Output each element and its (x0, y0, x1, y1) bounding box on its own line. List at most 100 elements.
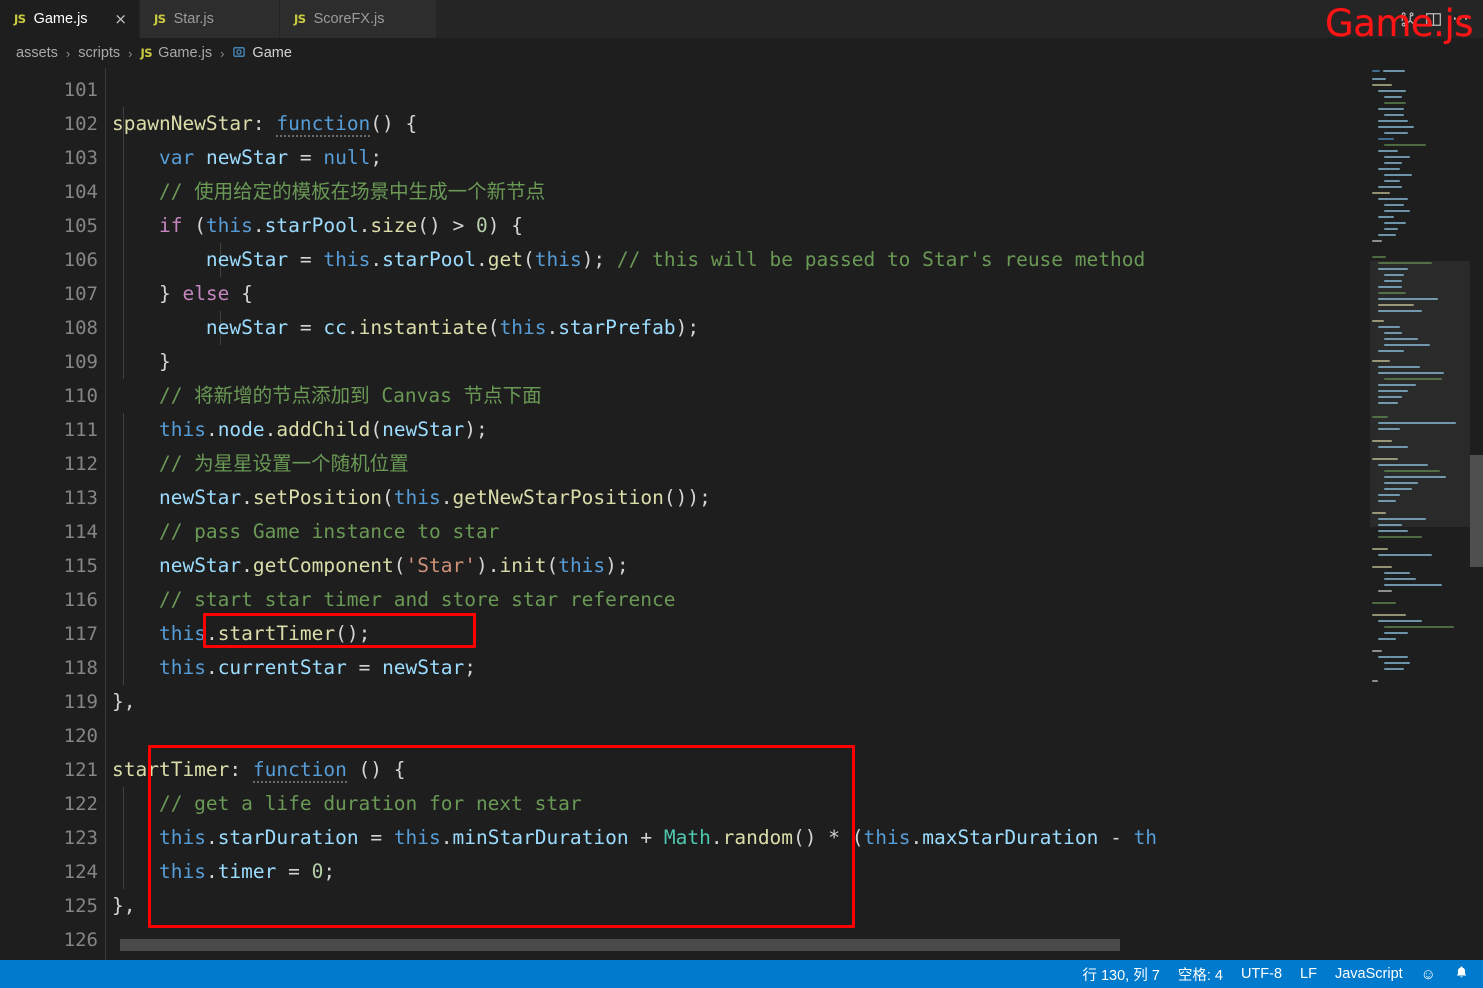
code-line[interactable]: // 为星星设置一个随机位置 (112, 447, 409, 481)
minimap-line (1378, 350, 1404, 352)
code-line[interactable]: startTimer: function () { (112, 753, 406, 787)
minimap-line (1378, 494, 1400, 496)
code-line[interactable]: }, (112, 685, 135, 719)
minimap-line (1384, 162, 1402, 164)
breadcrumb-item-assets[interactable]: assets (16, 45, 58, 61)
minimap-line (1378, 310, 1422, 312)
code-line-partial: spawnNewStar: function () { (112, 953, 476, 960)
encoding-setting[interactable]: UTF-8 (1241, 966, 1282, 982)
minimap-line (1372, 320, 1384, 322)
chevron-right-icon: › (128, 45, 133, 61)
code-line[interactable]: newStar = cc.instantiate(this.starPrefab… (112, 311, 699, 345)
line-number: 113 (63, 487, 98, 509)
code-line[interactable]: }, (112, 889, 135, 923)
minimap-line (1378, 620, 1422, 622)
line-number: 103 (63, 147, 98, 169)
indentation-setting[interactable]: 空格: 4 (1178, 964, 1223, 985)
minimap-line (1372, 602, 1396, 604)
tab-label: ScoreFX.js (313, 11, 385, 27)
minimap-line (1378, 396, 1402, 398)
breadcrumb-item-game-symbol[interactable]: Game (252, 45, 292, 61)
eol-setting[interactable]: LF (1300, 966, 1317, 982)
minimap-line (1384, 156, 1410, 158)
minimap-line (1384, 344, 1430, 346)
line-number: 106 (63, 249, 98, 271)
minimap-line (1372, 566, 1392, 568)
tab-star-js[interactable]: JS Star.js (140, 0, 280, 38)
horizontal-scrollbar-thumb[interactable] (120, 939, 1120, 951)
minimap-line (1372, 192, 1390, 194)
more-actions-icon[interactable]: ⋯ (1452, 9, 1469, 29)
code-line[interactable]: this.currentStar = newStar; (112, 651, 476, 685)
split-editor-icon[interactable] (1398, 11, 1415, 28)
tab-close-icon[interactable]: × (98, 11, 127, 27)
line-number: 122 (63, 793, 98, 815)
code-line[interactable]: // start star timer and store star refer… (112, 583, 676, 617)
code-line[interactable]: this.timer = 0; (112, 855, 335, 889)
minimap-line (1372, 360, 1390, 362)
minimap-line (1384, 180, 1400, 182)
code-line[interactable]: spawnNewStar: function() { (112, 107, 417, 141)
line-number: 115 (63, 555, 98, 577)
minimap-line (1378, 186, 1402, 188)
code-editor[interactable]: 101 102 103 104 105 106 107 108 109 110 … (0, 68, 1483, 960)
code-line[interactable]: newStar.getComponent('Star').init(this); (112, 549, 629, 583)
line-number: 118 (63, 657, 98, 679)
notifications-bell-icon[interactable] (1454, 965, 1469, 983)
code-content[interactable]: spawnNewStar: function() { var newStar =… (112, 68, 1370, 960)
minimap-line (1384, 228, 1398, 230)
code-line[interactable]: } (112, 345, 171, 379)
minimap-line (1378, 198, 1408, 200)
minimap-line (1378, 304, 1414, 306)
open-changes-icon[interactable] (1425, 11, 1442, 28)
minimap-line (1378, 656, 1408, 658)
minimap-line (1384, 222, 1406, 224)
vscode-window: JS Game.js × JS Star.js JS ScoreFX.js ⋯ … (0, 0, 1483, 988)
editor-actions: ⋯ (1392, 0, 1483, 38)
horizontal-scrollbar-track[interactable] (112, 938, 1370, 952)
code-line[interactable]: var newStar = null; (112, 141, 382, 175)
vertical-scrollbar-thumb[interactable] (1470, 455, 1483, 567)
code-line[interactable]: if (this.starPool.size() > 0) { (112, 209, 523, 243)
tab-game-js[interactable]: JS Game.js × (0, 0, 140, 38)
js-file-icon: JS (140, 46, 153, 60)
code-line[interactable]: // pass Game instance to star (112, 515, 499, 549)
code-line[interactable]: this.starDuration = this.minStarDuration… (112, 821, 1157, 855)
minimap-line (1372, 440, 1392, 442)
minimap-line (1372, 458, 1398, 460)
minimap-line (1378, 518, 1426, 520)
minimap[interactable] (1370, 68, 1470, 960)
minimap-line (1384, 488, 1412, 490)
minimap-line (1372, 416, 1388, 418)
minimap-line (1384, 274, 1404, 276)
tab-label: Game.js (33, 11, 88, 27)
code-line[interactable]: newStar = this.starPool.get(this); // th… (112, 243, 1145, 277)
breadcrumb-item-game-js[interactable]: Game.js (158, 45, 212, 61)
code-line[interactable]: newStar.setPosition(this.getNewStarPosit… (112, 481, 711, 515)
breadcrumb-item-scripts[interactable]: scripts (78, 45, 120, 61)
language-mode[interactable]: JavaScript (1335, 966, 1403, 982)
tab-scorefx-js[interactable]: JS ScoreFX.js (280, 0, 437, 38)
breadcrumb: assets › scripts › JS Game.js › Game (0, 38, 1483, 68)
code-line[interactable]: // 使用给定的模板在场景中生成一个新节点 (112, 175, 545, 209)
feedback-smiley-icon[interactable]: ☺ (1421, 967, 1436, 982)
code-line[interactable]: // get a life duration for next star (112, 787, 582, 821)
minimap-line (1378, 120, 1408, 122)
minimap-line (1378, 422, 1456, 424)
minimap-line (1372, 84, 1392, 86)
line-number: 117 (63, 623, 98, 645)
minimap-line (1384, 114, 1404, 116)
line-number-gutter: 101 102 103 104 105 106 107 108 109 110 … (0, 68, 112, 960)
minimap-line (1372, 78, 1386, 80)
code-line[interactable]: this.node.addChild(newStar); (112, 413, 488, 447)
tab-label: Star.js (173, 11, 214, 27)
minimap-line (1384, 578, 1416, 580)
minimap-line (1384, 204, 1404, 206)
minimap-line (1384, 102, 1406, 104)
minimap-line (1372, 614, 1406, 616)
cursor-position[interactable]: 行 130, 列 7 (1082, 964, 1159, 985)
code-line[interactable]: // 将新增的节点添加到 Canvas 节点下面 (112, 379, 542, 413)
minimap-line (1378, 268, 1408, 270)
code-line[interactable]: } else { (112, 277, 253, 311)
code-line[interactable]: this.startTimer(); (112, 617, 370, 651)
